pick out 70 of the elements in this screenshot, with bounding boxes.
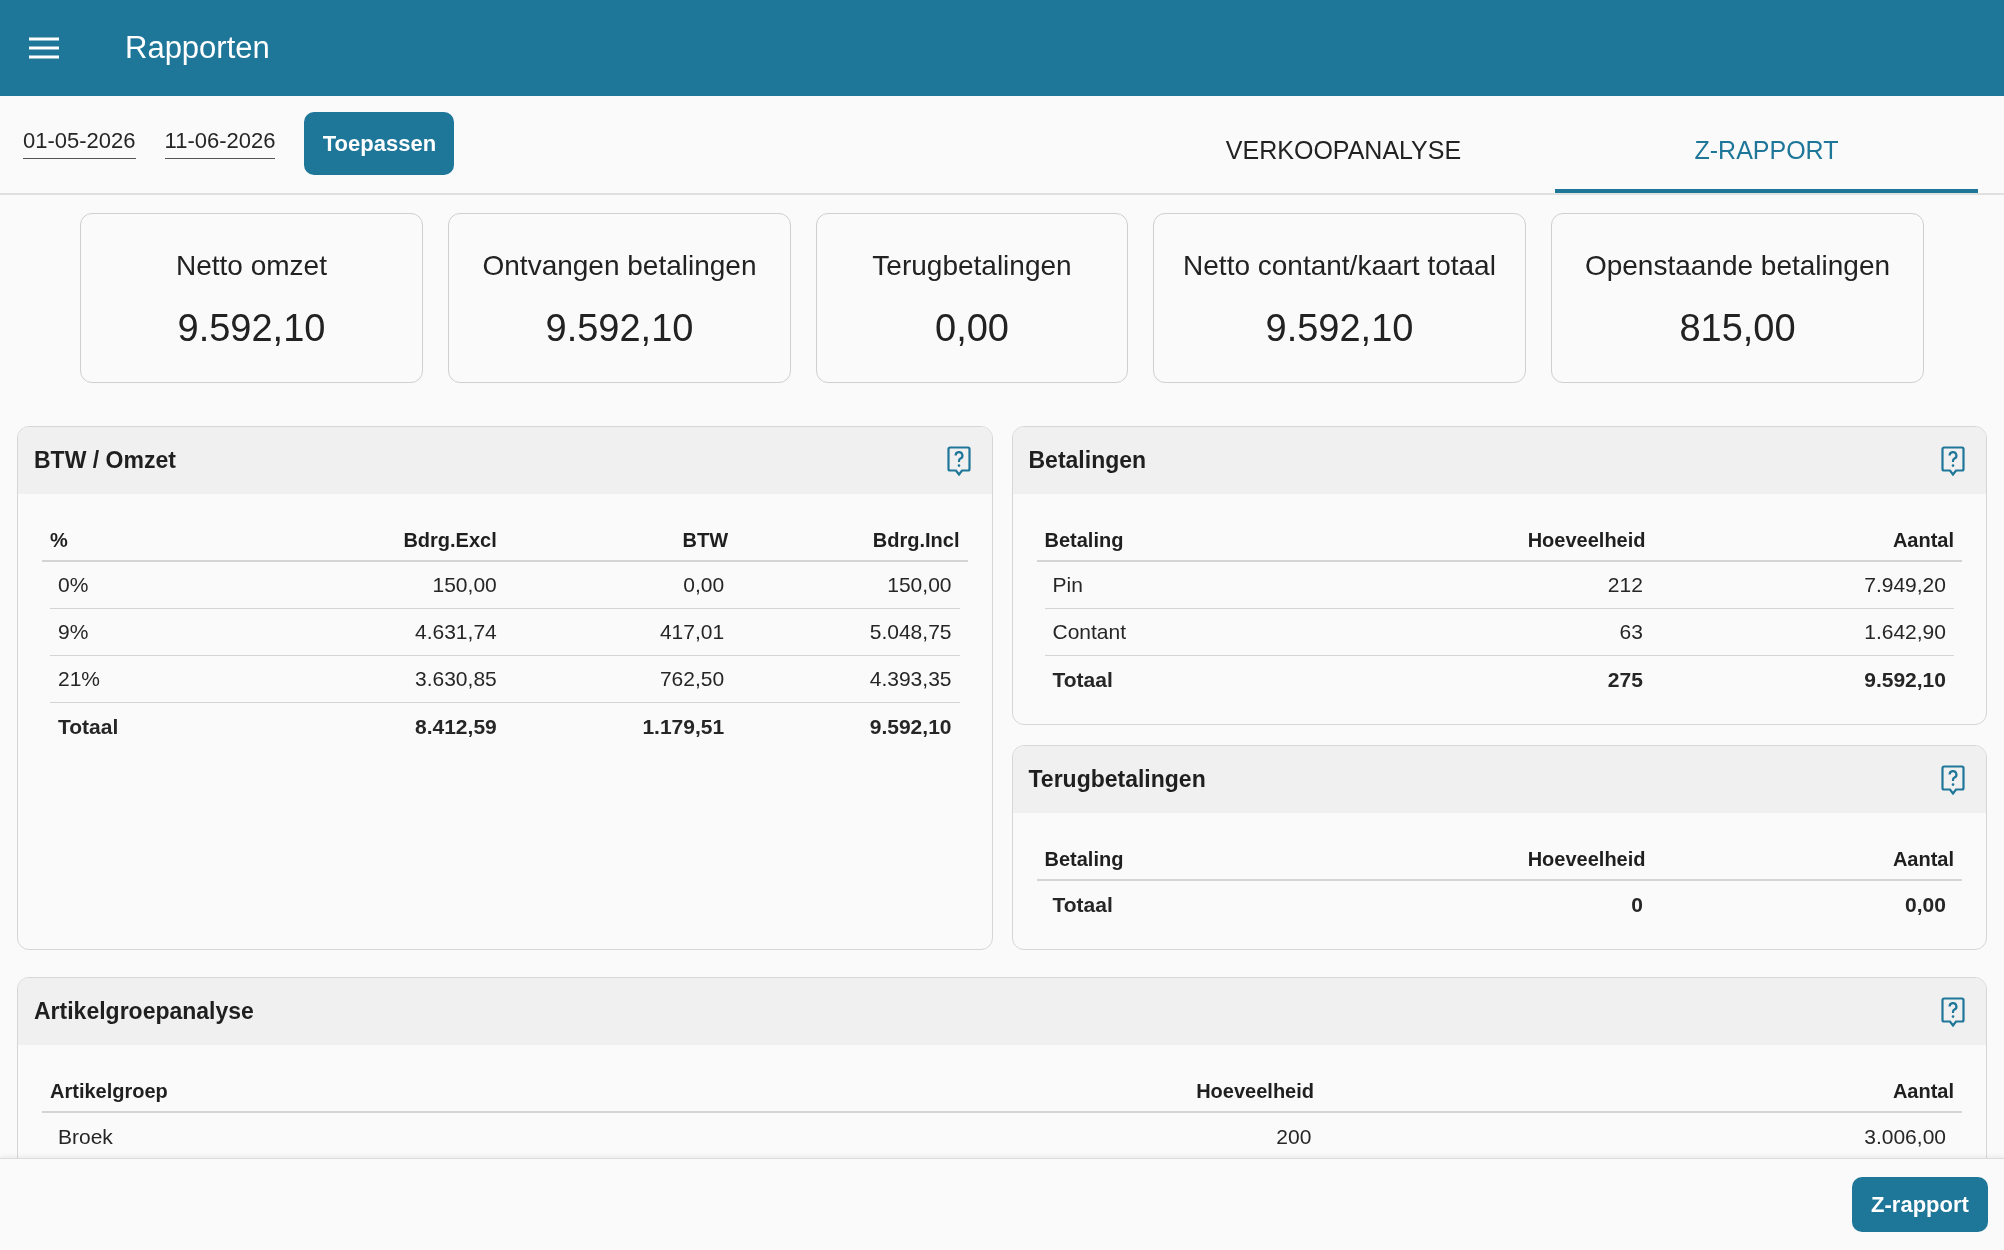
table-cell-text: 9.592,10 xyxy=(1863,667,1947,692)
column-header: % xyxy=(49,527,69,552)
card-value: 9.592,10 xyxy=(545,306,694,351)
table-cell-text: 0% xyxy=(57,573,90,597)
table-cell-text: 212 xyxy=(1606,573,1644,597)
table-cell-text: Contant xyxy=(1051,620,1128,644)
column-header: Aantal xyxy=(1891,846,1955,871)
panel-title: BTW / Omzet xyxy=(34,446,176,476)
card-value: 0,00 xyxy=(935,306,1009,351)
table-cell-text: 3.630,85 xyxy=(414,667,498,691)
menu-icon[interactable] xyxy=(29,37,59,59)
table-cell-text: Totaal xyxy=(1051,892,1114,917)
date-field[interactable]: 01-05-2026 xyxy=(23,128,136,159)
tab[interactable]: VERKOOPANALYSE xyxy=(1132,96,1555,193)
table-cell-text: Pin xyxy=(1051,573,1084,597)
table-cell-text: 4.393,35 xyxy=(868,667,953,691)
apply-button[interactable]: Toepassen xyxy=(304,112,455,175)
card-value: 9.592,10 xyxy=(1265,306,1414,351)
table-cell-text: 5.048,75 xyxy=(868,620,953,644)
help-icon[interactable] xyxy=(946,445,971,476)
table-cell-text: 1.179,51 xyxy=(641,714,726,739)
card-value: 9.592,10 xyxy=(177,306,326,351)
table-cell-text: 8.412,59 xyxy=(414,714,498,739)
column-header: Aantal xyxy=(1891,527,1955,552)
column-header: Aantal xyxy=(1891,1078,1955,1103)
table-cell-text: 1.642,90 xyxy=(1863,620,1947,644)
table-cell-text: 150,00 xyxy=(431,573,498,597)
table-cell-text: 9.592,10 xyxy=(868,714,953,739)
card-label: Netto omzet xyxy=(176,249,327,283)
z-report-button[interactable]: Z-rapport xyxy=(1852,1177,1988,1232)
column-header: Betaling xyxy=(1043,846,1125,871)
date-field[interactable]: 11-06-2026 xyxy=(164,128,276,159)
card-label: Netto contant/kaart totaal xyxy=(1183,249,1496,283)
column-header: BTW xyxy=(681,527,730,552)
table-cell-text: Totaal xyxy=(57,714,120,739)
column-header: Bdrg.Incl xyxy=(871,527,961,552)
app-title: Rapporten xyxy=(125,28,270,67)
panel-title: Artikelgroepanalyse xyxy=(34,997,254,1027)
table-cell-text: 762,50 xyxy=(658,667,726,691)
column-header: Hoeveelheid xyxy=(1526,846,1647,871)
table-cell-text: 200 xyxy=(1275,1124,1313,1149)
table-cell-text: Totaal xyxy=(1051,667,1114,692)
card-label: Terugbetalingen xyxy=(872,249,1072,283)
card-label: Ontvangen betalingen xyxy=(482,249,757,283)
card-label: Openstaande betalingen xyxy=(1584,249,1891,283)
table-cell-text: 0 xyxy=(1630,892,1644,917)
table-cell-text: 63 xyxy=(1618,620,1644,644)
column-header: Artikelgroep xyxy=(49,1078,169,1103)
table-cell-text: Broek xyxy=(57,1124,114,1149)
table-cell-text: 9% xyxy=(57,620,90,644)
table-cell-text: 417,01 xyxy=(658,620,726,644)
table-cell-text: 4.631,74 xyxy=(414,620,498,644)
column-header: Bdrg.Excl xyxy=(402,527,498,552)
column-header: Betaling xyxy=(1043,527,1125,552)
panel-title: Betalingen xyxy=(1028,446,1147,476)
column-header: Hoeveelheid xyxy=(1526,527,1647,552)
panel-title: Terugbetalingen xyxy=(1028,765,1206,795)
help-icon[interactable] xyxy=(1941,764,1965,795)
column-header: Hoeveelheid xyxy=(1195,1078,1315,1103)
card-value: 815,00 xyxy=(1679,306,1796,351)
tab[interactable]: Z-RAPPORT xyxy=(1555,96,1978,193)
help-icon[interactable] xyxy=(1941,445,1965,476)
table-cell-text: 7.949,20 xyxy=(1863,573,1947,597)
table-cell-text: 275 xyxy=(1606,667,1644,692)
help-icon[interactable] xyxy=(1941,996,1965,1027)
table-cell-text: 0,00 xyxy=(1904,892,1947,917)
table-cell-text: 3.006,00 xyxy=(1863,1124,1947,1149)
table-cell-text: 0,00 xyxy=(682,573,726,597)
table-cell-text: 150,00 xyxy=(886,573,953,597)
table-cell-text: 21% xyxy=(57,667,102,691)
